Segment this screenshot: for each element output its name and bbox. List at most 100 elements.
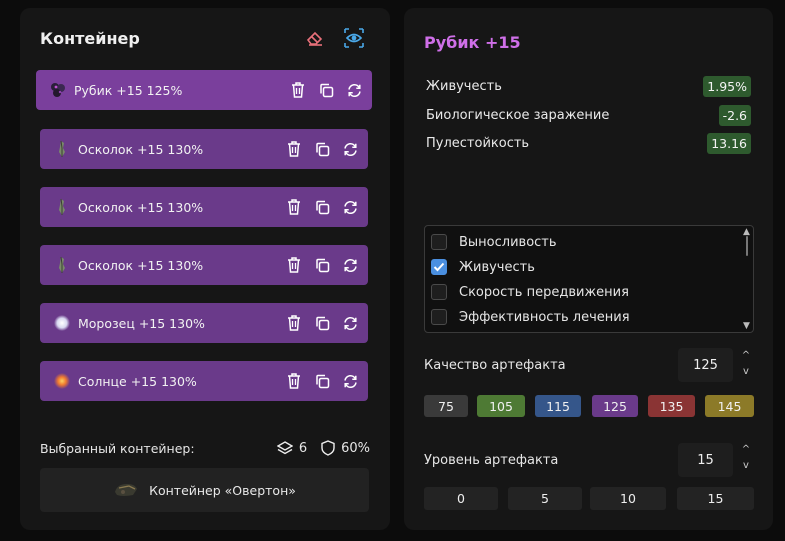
refresh-button[interactable] [340, 313, 360, 333]
copy-icon [319, 83, 333, 97]
container-panel: Контейнер Рубик +15 125% Осколок +15 130… [20, 8, 390, 530]
stat-row: Биологическое заражение -2.6 [426, 104, 751, 126]
trash-icon [288, 315, 300, 331]
copy-button[interactable] [312, 371, 332, 391]
panel-title: Контейнер [40, 29, 140, 48]
checkbox-item[interactable]: Скорость передвижения [431, 282, 629, 302]
container-item[interactable]: Осколок +15 130% [40, 187, 368, 227]
refresh-button[interactable] [340, 371, 360, 391]
shard-artifact-icon [52, 197, 72, 217]
protection-value: 60% [341, 440, 370, 456]
quality-chip[interactable]: 115 [535, 395, 581, 417]
slots-stat: 6 [276, 440, 307, 456]
artifact-title: Рубик +15 [424, 33, 521, 52]
shard-artifact-icon [52, 139, 72, 159]
container-icon [115, 484, 138, 496]
eraser-button[interactable] [303, 26, 327, 50]
stat-value: -2.6 [718, 104, 751, 126]
container-item[interactable]: Рубик +15 125% [36, 70, 372, 110]
checkbox-label: Скорость передвижения [459, 284, 629, 300]
level-chip[interactable]: 0 [424, 487, 498, 510]
quality-chip[interactable]: 145 [705, 395, 754, 417]
quality-chip[interactable]: 75 [424, 395, 468, 417]
quality-input[interactable]: 125 [678, 348, 733, 382]
copy-button[interactable] [312, 313, 332, 333]
item-name: Осколок +15 130% [78, 257, 204, 273]
checkbox-item[interactable]: Живучесть [431, 257, 535, 277]
selected-container-label: Выбранный контейнер: [40, 440, 195, 456]
checkbox-item[interactable]: Выносливость [431, 232, 557, 252]
refresh-button[interactable] [340, 139, 360, 159]
quality-chip[interactable]: 125 [592, 395, 638, 417]
item-name: Осколок +15 130% [78, 141, 204, 157]
checkbox[interactable] [431, 309, 447, 325]
check-icon [433, 262, 445, 272]
item-name: Осколок +15 130% [78, 199, 204, 215]
refresh-icon [347, 83, 361, 97]
level-chip[interactable]: 5 [508, 487, 582, 510]
view-button[interactable] [342, 26, 366, 50]
container-select-button[interactable]: Контейнер «Овертон» [40, 468, 369, 512]
delete-button[interactable] [284, 313, 304, 333]
level-chip[interactable]: 10 [590, 487, 666, 510]
trash-icon [288, 199, 300, 215]
checkbox-item[interactable]: Эффективность лечения [431, 307, 630, 327]
stat-checklist[interactable]: Выносливость Живучесть Скорость передвиж… [424, 225, 754, 333]
quality-chip[interactable]: 105 [477, 395, 525, 417]
copy-icon [315, 142, 329, 156]
scrollbar-thumb[interactable] [746, 236, 748, 256]
copy-button[interactable] [312, 139, 332, 159]
scroll-up-icon[interactable]: ▲ [743, 228, 750, 237]
stat-label: Пулестойкость [426, 135, 530, 151]
refresh-button[interactable] [340, 197, 360, 217]
eye-icon [344, 28, 364, 48]
refresh-icon [343, 374, 357, 388]
copy-icon [315, 316, 329, 330]
delete-button[interactable] [284, 197, 304, 217]
quality-up-icon[interactable]: ^ [740, 350, 752, 362]
refresh-icon [343, 200, 357, 214]
level-up-icon[interactable]: ^ [740, 444, 752, 456]
delete-button[interactable] [284, 371, 304, 391]
stat-value: 1.95% [703, 75, 751, 97]
rubik-artifact-icon [48, 80, 68, 100]
refresh-icon [343, 142, 357, 156]
quality-down-icon[interactable]: v [740, 366, 752, 378]
container-item[interactable]: Осколок +15 130% [40, 245, 368, 285]
refresh-button[interactable] [344, 80, 364, 100]
copy-button[interactable] [312, 197, 332, 217]
delete-button[interactable] [284, 139, 304, 159]
delete-button[interactable] [284, 255, 304, 275]
protection-stat: 60% [321, 440, 370, 456]
copy-icon [315, 200, 329, 214]
level-down-icon[interactable]: v [740, 460, 752, 472]
stat-row: Живучесть 1.95% [426, 75, 751, 97]
checkbox-label: Эффективность лечения [459, 309, 630, 325]
level-input[interactable]: 15 [678, 443, 733, 477]
level-label: Уровень артефакта [424, 453, 559, 468]
checkbox[interactable] [431, 284, 447, 300]
trash-icon [288, 141, 300, 157]
stat-row: Пулестойкость 13.16 [426, 132, 751, 154]
shield-icon [321, 440, 335, 456]
stat-value: 13.16 [707, 132, 751, 154]
copy-button[interactable] [316, 80, 336, 100]
frost-artifact-icon [52, 313, 72, 333]
copy-button[interactable] [312, 255, 332, 275]
layers-icon [276, 441, 293, 455]
refresh-icon [343, 316, 357, 330]
scroll-down-icon[interactable]: ▼ [743, 322, 750, 331]
container-item[interactable]: Морозец +15 130% [40, 303, 368, 343]
container-item[interactable]: Осколок +15 130% [40, 129, 368, 169]
delete-button[interactable] [288, 80, 308, 100]
checkbox[interactable] [431, 234, 447, 250]
quality-chip[interactable]: 135 [648, 395, 695, 417]
container-item[interactable]: Солнце +15 130% [40, 361, 368, 401]
sun-artifact-icon [52, 371, 72, 391]
item-name: Рубик +15 125% [74, 82, 183, 98]
eraser-icon [306, 31, 323, 46]
refresh-button[interactable] [340, 255, 360, 275]
checkbox-checked[interactable] [431, 259, 447, 275]
level-chip[interactable]: 15 [677, 487, 754, 510]
checkbox-label: Живучесть [459, 259, 535, 275]
